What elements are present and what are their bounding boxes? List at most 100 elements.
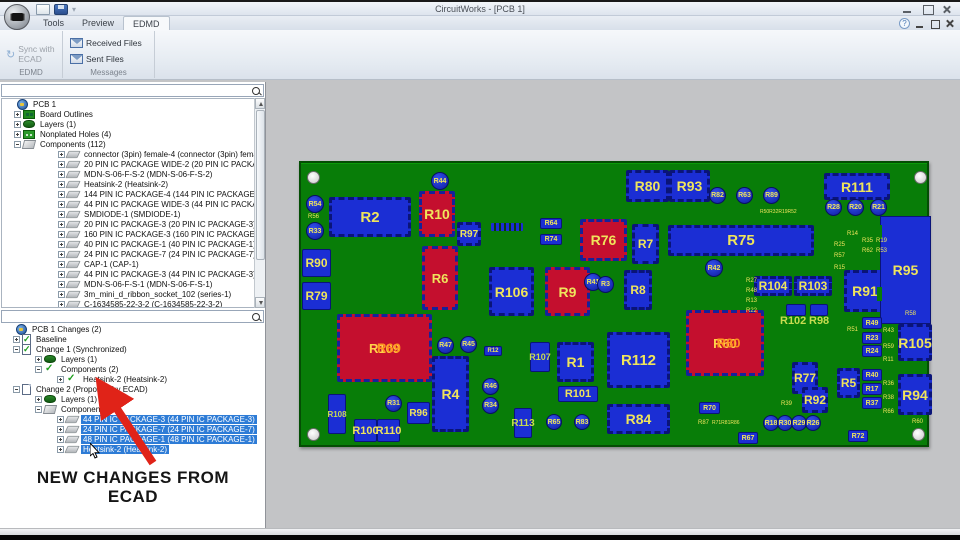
new-document-icon[interactable] — [36, 4, 50, 15]
search-icon[interactable] — [252, 87, 261, 96]
component-r51[interactable]: R51 — [847, 327, 858, 333]
tree-item[interactable]: Heatsink-2 (Heatsink-2) — [2, 179, 263, 189]
mdi-minimize-button[interactable] — [915, 20, 925, 28]
component-r37[interactable]: R37 — [862, 397, 882, 409]
component-r57[interactable]: R57 — [834, 253, 845, 259]
component-r15[interactable]: R15 — [834, 265, 845, 271]
expand-icon[interactable] — [58, 230, 65, 238]
component-r98[interactable]: R98 — [809, 315, 829, 327]
expand-icon[interactable] — [58, 180, 65, 188]
expand-icon[interactable] — [35, 355, 42, 363]
component-r38[interactable]: R38 — [883, 395, 894, 401]
expand-icon[interactable] — [58, 260, 65, 268]
component-r72[interactable]: R72 — [848, 430, 868, 442]
tree-item[interactable]: MDN-S-06-F-S-2 (MDN-S-06-F-S-2) — [2, 169, 263, 179]
component-r60[interactable]: R60 — [912, 419, 923, 425]
component-r67[interactable]: R67 — [738, 432, 758, 444]
component-r65[interactable]: R65 — [546, 414, 562, 430]
component-r76[interactable]: R76 — [580, 219, 627, 261]
tree-item[interactable]: 44 PIN IC PACKAGE WIDE-3 (44 PIN IC PACK… — [2, 199, 263, 209]
tree-item[interactable]: C-1634585-22-3-2 (C-1634585-22-3-2) — [2, 299, 263, 307]
component-r62[interactable]: R62 — [862, 248, 873, 254]
pcb-board[interactable]: R2 R10 R6 R76 R80 R93 R111 R7 R75 R106 R9 R8 R91 R104… — [299, 161, 932, 447]
expand-icon[interactable] — [58, 220, 65, 228]
component-r54[interactable]: R54 — [306, 195, 324, 213]
component-r11[interactable]: R11 — [883, 357, 894, 363]
component-r63[interactable]: R63 — [736, 187, 753, 204]
changes-search-input[interactable] — [3, 311, 248, 322]
expand-icon[interactable] — [13, 335, 20, 343]
component-r101[interactable]: R101 — [558, 386, 598, 402]
component-r60[interactable]: R60 R80 — [686, 310, 764, 376]
component-r1[interactable]: R1 — [557, 342, 594, 382]
component-r28[interactable]: R28 — [825, 199, 842, 216]
tree-item[interactable]: 20 PIN IC PACKAGE-3 (20 PIN IC PACKAGE-3… — [2, 219, 263, 229]
collapse-icon[interactable] — [13, 345, 20, 353]
tree-item[interactable]: Board Outlines — [2, 109, 263, 119]
tree-item[interactable]: CAP-1 (CAP-1) — [2, 259, 263, 269]
expand-icon[interactable] — [58, 240, 65, 248]
component-r10[interactable]: R10 — [419, 191, 455, 237]
tree-item[interactable]: MDN-S-06-F-S-1 (MDN-S-06-F-S-1) — [2, 279, 263, 289]
component-r9[interactable]: R9 — [545, 267, 590, 316]
sent-files-button[interactable]: Sent Files — [68, 53, 126, 65]
component-r40[interactable]: R40 — [862, 369, 882, 381]
collapse-icon[interactable] — [14, 140, 21, 148]
expand-icon[interactable] — [57, 415, 64, 423]
component-r94[interactable]: R94 — [898, 374, 932, 415]
component-r42[interactable]: R42 — [705, 259, 723, 277]
component-r3[interactable]: R3 — [597, 276, 614, 293]
tree-item[interactable]: Baseline — [1, 333, 264, 345]
tree-item[interactable]: Components (112) — [2, 139, 263, 149]
component-r100[interactable]: R100 — [352, 419, 379, 442]
collapse-icon[interactable] — [13, 385, 20, 393]
expand-icon[interactable] — [14, 110, 21, 118]
mdi-restore-button[interactable] — [930, 19, 940, 29]
pcb-viewport[interactable]: R2 R10 R6 R76 R80 R93 R111 R7 R75 R106 R9 R8 R91 R104… — [266, 82, 960, 528]
expand-icon[interactable] — [58, 250, 65, 258]
expand-icon[interactable] — [58, 190, 65, 198]
tree-item[interactable]: Components (2) — [1, 363, 264, 374]
expand-icon[interactable] — [58, 200, 65, 208]
component-r19[interactable]: R19 — [876, 238, 887, 244]
collapse-icon[interactable] — [35, 365, 42, 373]
tree-item[interactable]: Change 2 (Proposed by ECAD) — [1, 383, 264, 395]
component-r59[interactable]: R59 — [883, 344, 894, 350]
component-r80[interactable]: R80 — [626, 170, 669, 202]
expand-icon[interactable] — [57, 425, 64, 433]
tree-item[interactable]: Components (6) — [1, 404, 264, 414]
component-r64[interactable]: R64 — [540, 218, 562, 229]
tree-item[interactable]: 20 PIN IC PACKAGE WIDE-2 (20 PIN IC PACK… — [2, 159, 263, 169]
tree-item[interactable]: PCB 1 — [2, 99, 263, 110]
component-r104[interactable]: R104 — [754, 276, 792, 296]
component-r35[interactable]: R35 — [862, 238, 873, 244]
component-r48[interactable]: R48 — [746, 288, 757, 294]
component-r103[interactable]: R103 — [794, 276, 832, 296]
component-r20[interactable]: R20 — [847, 199, 864, 216]
component-r21[interactable]: R21 — [870, 199, 887, 216]
component-r75[interactable]: R75 — [668, 225, 814, 256]
component-r33[interactable]: R33 — [306, 222, 324, 240]
expand-icon[interactable] — [35, 395, 42, 403]
sync-with-ecad-button[interactable]: ↻ Sync with ECAD — [4, 43, 62, 65]
component-r13[interactable]: R13 — [746, 298, 757, 304]
tab-tools[interactable]: Tools — [34, 16, 73, 30]
app-logo-icon[interactable] — [4, 4, 30, 30]
tree-item[interactable]: Heatsink-2 (Heatsink-2) — [1, 373, 264, 384]
component-r108[interactable]: R108 — [327, 394, 347, 434]
expand-icon[interactable] — [58, 300, 65, 307]
component-r22[interactable]: R22 — [746, 308, 757, 314]
component-r25[interactable]: R25 — [834, 242, 845, 248]
component-r49[interactable]: R49 — [862, 317, 882, 329]
component-r23[interactable]: R23 — [862, 332, 882, 344]
component-r110[interactable]: R110 — [376, 419, 401, 442]
component-r47[interactable]: R47 — [437, 337, 454, 354]
tree-item[interactable]: Layers (1) — [2, 119, 263, 129]
search-icon[interactable] — [252, 313, 261, 322]
component-r14[interactable]: R14 — [847, 231, 858, 237]
expand-icon[interactable] — [58, 290, 65, 298]
tree-item[interactable]: Nonplated Holes (4) — [2, 129, 263, 139]
component-r96[interactable]: R96 — [407, 402, 430, 424]
expand-icon[interactable] — [57, 375, 64, 383]
save-icon[interactable] — [54, 4, 68, 15]
